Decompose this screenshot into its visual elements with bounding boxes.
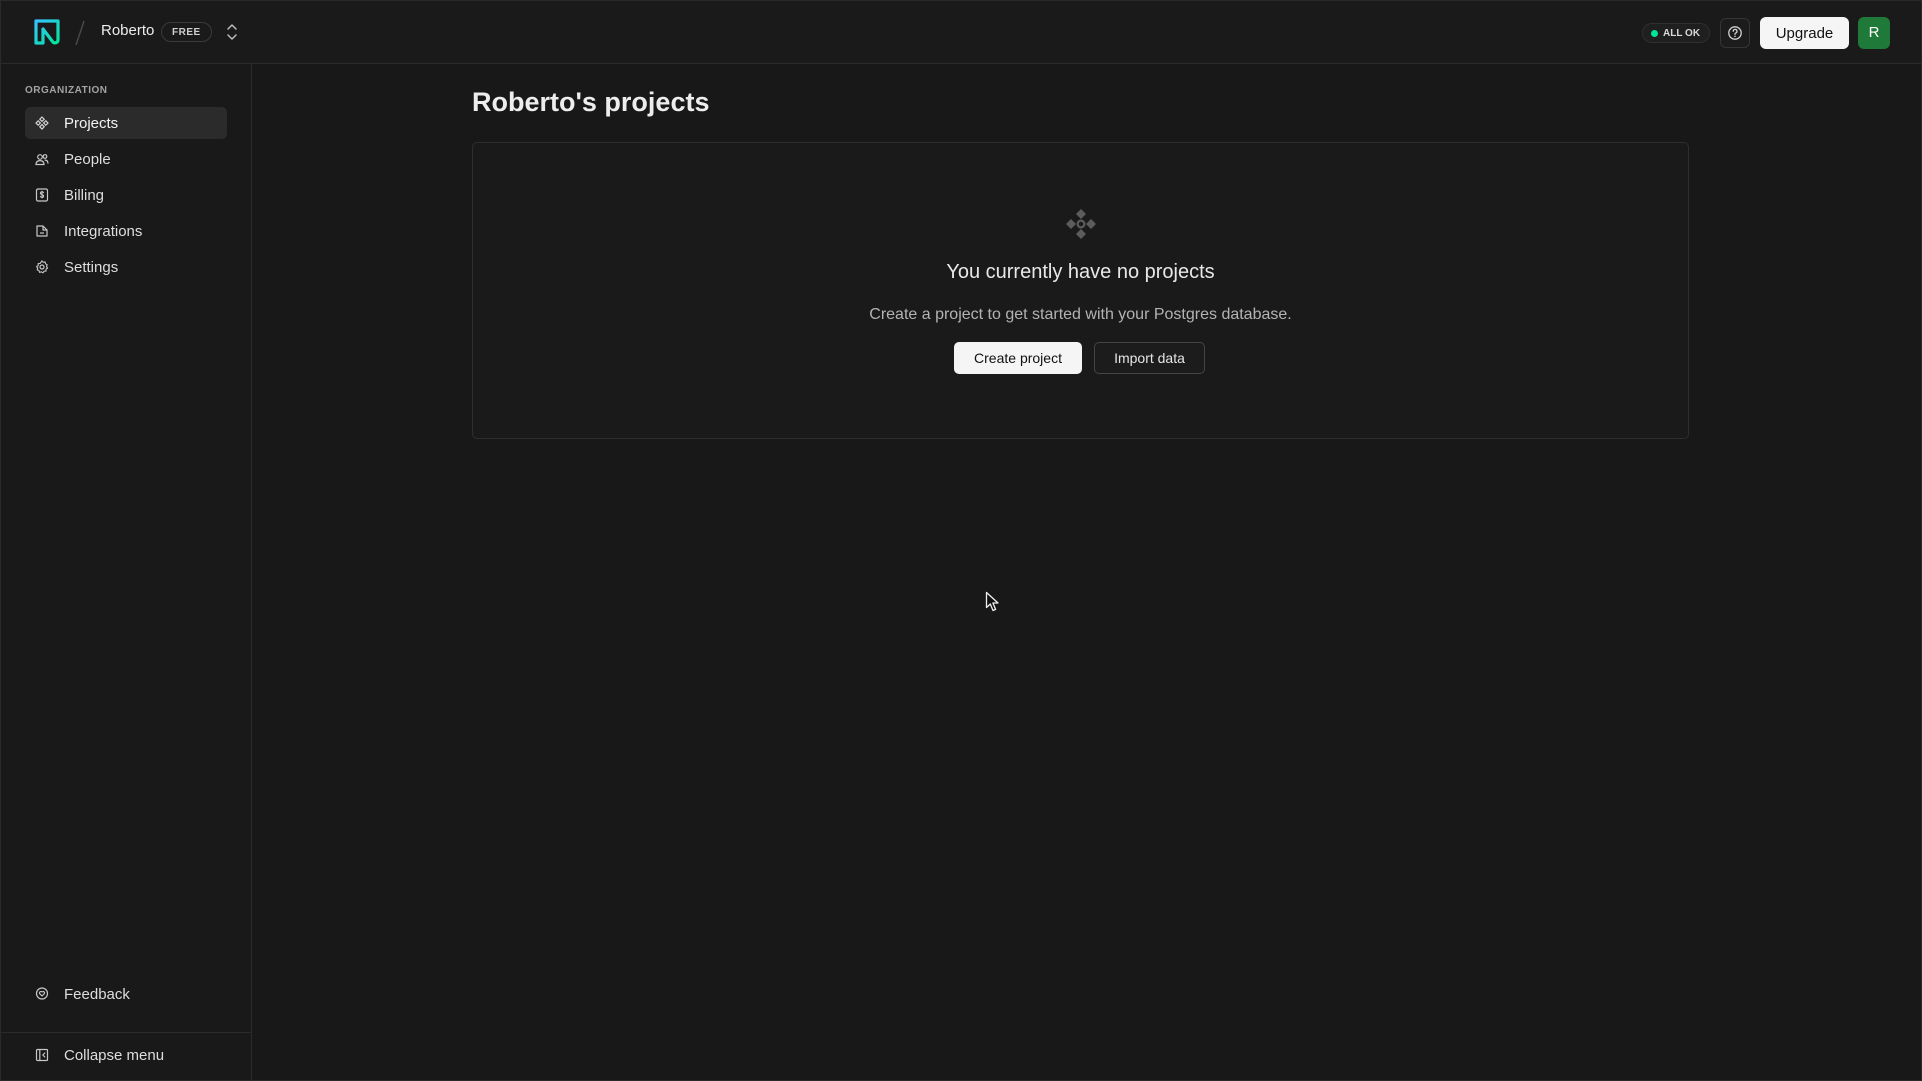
projects-icon (1066, 209, 1096, 239)
feedback-label: Feedback (64, 986, 130, 1003)
create-project-button[interactable]: Create project (954, 342, 1082, 374)
sidebar-section-label: ORGANIZATION (25, 85, 108, 96)
feedback-icon (35, 987, 49, 1000)
sidebar-divider (1, 1032, 251, 1033)
empty-state-description: Create a project to get started with you… (869, 306, 1292, 323)
sidebar: ORGANIZATION Projects People Billing Int… (1, 64, 252, 1080)
sidebar-item-settings[interactable]: Settings (25, 251, 227, 283)
neon-logo-icon[interactable] (33, 18, 61, 46)
upgrade-button[interactable]: Upgrade (1760, 17, 1849, 49)
sidebar-item-label: Billing (64, 187, 105, 204)
sidebar-item-projects[interactable]: Projects (25, 107, 227, 139)
feedback-button[interactable]: Feedback (25, 978, 227, 1010)
projects-icon (35, 116, 49, 130)
status-dot-icon (1651, 30, 1658, 37)
collapse-menu-label: Collapse menu (64, 1047, 165, 1064)
empty-state-title: You currently have no projects (946, 261, 1215, 283)
avatar[interactable]: R (1858, 17, 1890, 49)
plan-badge: FREE (161, 22, 212, 42)
mouse-cursor-icon (985, 591, 999, 612)
sidebar-item-people[interactable]: People (25, 143, 227, 175)
billing-icon (35, 188, 49, 202)
empty-state-card: You currently have no projects Create a … (472, 142, 1689, 439)
collapse-menu-button[interactable]: Collapse menu (25, 1039, 227, 1071)
sidebar-item-label: Settings (64, 259, 119, 276)
app-window: Roberto FREE ALL OK Upgrade R ORGANIZATI… (0, 0, 1922, 1081)
help-button[interactable] (1720, 18, 1750, 48)
chevron-up-down-icon[interactable] (223, 21, 241, 43)
import-data-button[interactable]: Import data (1094, 342, 1205, 374)
sidebar-item-integrations[interactable]: Integrations (25, 215, 227, 247)
page-title: Roberto's projects (472, 87, 710, 117)
sidebar-collapse-icon (35, 1048, 49, 1062)
top-bar: Roberto FREE ALL OK Upgrade R (1, 1, 1921, 64)
integrations-icon (36, 225, 48, 237)
people-icon (35, 154, 49, 166)
help-icon (1728, 26, 1742, 40)
system-status-badge[interactable]: ALL OK (1642, 23, 1711, 43)
status-label: ALL OK (1663, 28, 1701, 39)
org-name[interactable]: Roberto (101, 22, 154, 39)
sidebar-item-label: Projects (64, 115, 119, 132)
gear-icon (36, 260, 49, 274)
sidebar-item-label: Integrations (64, 223, 143, 240)
sidebar-item-label: People (64, 151, 111, 168)
sidebar-item-billing[interactable]: Billing (25, 179, 227, 211)
breadcrumb-separator-icon (75, 20, 85, 46)
